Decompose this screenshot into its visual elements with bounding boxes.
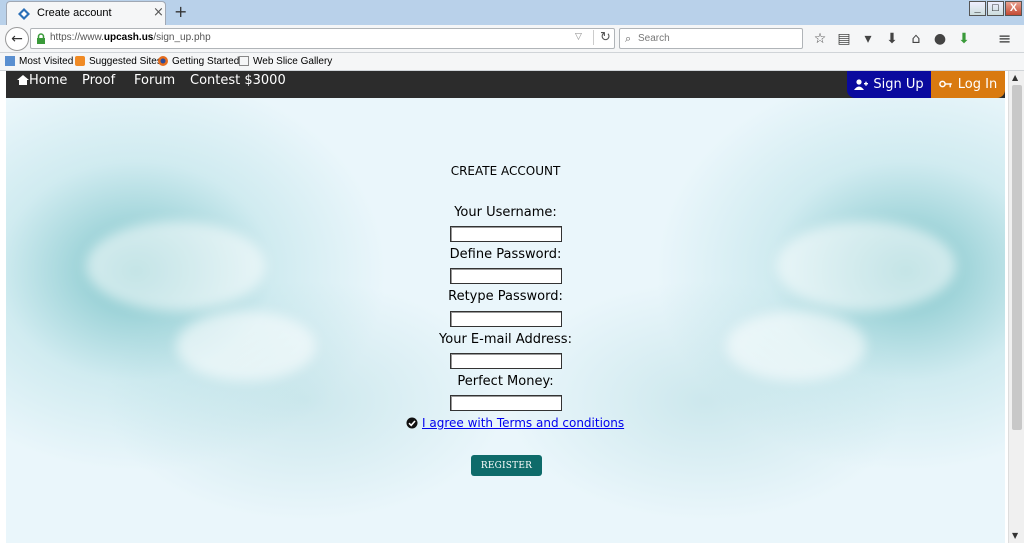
nav-proof-link[interactable]: Proof xyxy=(82,73,115,88)
home-icon xyxy=(17,75,29,85)
chat-icon[interactable]: ● xyxy=(928,29,952,49)
nav-forum-link[interactable]: Forum xyxy=(134,73,175,88)
search-icon: ⌕ xyxy=(625,32,632,45)
site-favicon-icon xyxy=(18,8,30,20)
nav-contest-link[interactable]: Contest $3000 xyxy=(190,73,286,88)
tab-close-icon[interactable]: × xyxy=(153,5,164,20)
scroll-up-icon[interactable]: ▲ xyxy=(1012,73,1018,82)
window-controls: _ □ X xyxy=(969,1,1022,16)
scroll-down-icon[interactable]: ▼ xyxy=(1012,531,1018,540)
url-dropdown-icon[interactable]: ▽ xyxy=(575,32,582,42)
web-slice-icon xyxy=(239,56,249,66)
bookmarks-bar: Most Visited Suggested Sites Getting Sta… xyxy=(0,53,1024,71)
page-background: Home Proof Forum Contest $3000 Sign Up L… xyxy=(6,71,1005,543)
tab-title: Create account xyxy=(37,7,112,19)
addon-download-icon[interactable]: ⬇ xyxy=(952,29,976,49)
url-text: https://www.upcash.us/sign_up.php xyxy=(50,32,211,43)
form-title: CREATE ACCOUNT xyxy=(450,164,561,178)
page-scrollbar[interactable]: ▲ ▼ xyxy=(1008,71,1024,543)
close-window-button[interactable]: X xyxy=(1005,1,1022,16)
maximize-button[interactable]: □ xyxy=(987,1,1004,16)
nav-home-link[interactable]: Home xyxy=(17,73,67,88)
username-input[interactable] xyxy=(450,226,562,242)
bookmark-star-icon[interactable]: ☆ xyxy=(808,29,832,49)
email-label: Your E-mail Address: xyxy=(439,332,572,347)
firefox-icon xyxy=(158,56,168,66)
terms-row: I agree with Terms and conditions xyxy=(406,416,624,430)
search-bar[interactable]: ⌕ Search xyxy=(619,28,803,49)
minimize-button[interactable]: _ xyxy=(969,1,986,16)
bookmark-getting-started[interactable]: Getting Started xyxy=(157,55,239,67)
new-tab-icon[interactable]: + xyxy=(174,2,187,21)
pocket-icon[interactable]: ▾ xyxy=(856,29,880,49)
register-button[interactable]: REGISTER xyxy=(471,455,542,476)
perfect-money-input[interactable] xyxy=(450,395,562,411)
terms-link[interactable]: I agree with Terms and conditions xyxy=(422,416,624,430)
scroll-thumb[interactable] xyxy=(1012,85,1022,430)
key-icon xyxy=(938,80,952,87)
back-button[interactable]: ← xyxy=(5,27,29,51)
password-label: Define Password: xyxy=(449,247,562,262)
perfect-money-label: Perfect Money: xyxy=(457,374,554,389)
bookmark-suggested-sites[interactable]: Suggested Sites xyxy=(74,55,162,67)
search-placeholder: Search xyxy=(638,33,670,44)
username-label: Your Username: xyxy=(454,205,557,220)
log-in-button[interactable]: Log In xyxy=(931,71,1005,98)
page-viewport: Home Proof Forum Contest $3000 Sign Up L… xyxy=(0,71,1024,543)
download-icon[interactable]: ⬇ xyxy=(880,29,904,49)
email-input[interactable] xyxy=(450,353,562,369)
retype-password-input[interactable] xyxy=(450,311,562,327)
add-user-icon xyxy=(854,79,869,90)
site-navigation: Home Proof Forum Contest $3000 Sign Up L… xyxy=(6,71,1005,98)
suggested-sites-icon xyxy=(75,56,85,66)
toolbar-icons: ☆ ▤ ▾ ⬇ ⌂ ● ⬇ xyxy=(808,29,976,49)
retype-password-label: Retype Password: xyxy=(448,289,563,304)
browser-nav-bar: ← https://www.upcash.us/sign_up.php ▽ ↻ … xyxy=(0,25,1024,53)
bookmark-web-slice-gallery[interactable]: Web Slice Gallery xyxy=(238,55,332,67)
lock-icon xyxy=(37,33,45,44)
most-visited-icon xyxy=(5,56,15,66)
check-circle-icon xyxy=(406,417,418,429)
bookmark-most-visited[interactable]: Most Visited xyxy=(4,55,73,67)
sign-up-button[interactable]: Sign Up xyxy=(847,71,931,98)
browser-title-bar: Create account × + _ □ X xyxy=(0,0,1024,25)
browser-tab[interactable]: Create account × xyxy=(6,1,166,25)
reload-icon[interactable]: ↻ xyxy=(593,30,611,45)
url-bar[interactable]: https://www.upcash.us/sign_up.php ▽ ↻ xyxy=(30,28,615,49)
password-input[interactable] xyxy=(450,268,562,284)
hamburger-menu-icon[interactable]: ≡ xyxy=(998,29,1011,48)
reading-list-icon[interactable]: ▤ xyxy=(832,29,856,49)
home-button-icon[interactable]: ⌂ xyxy=(904,29,928,49)
